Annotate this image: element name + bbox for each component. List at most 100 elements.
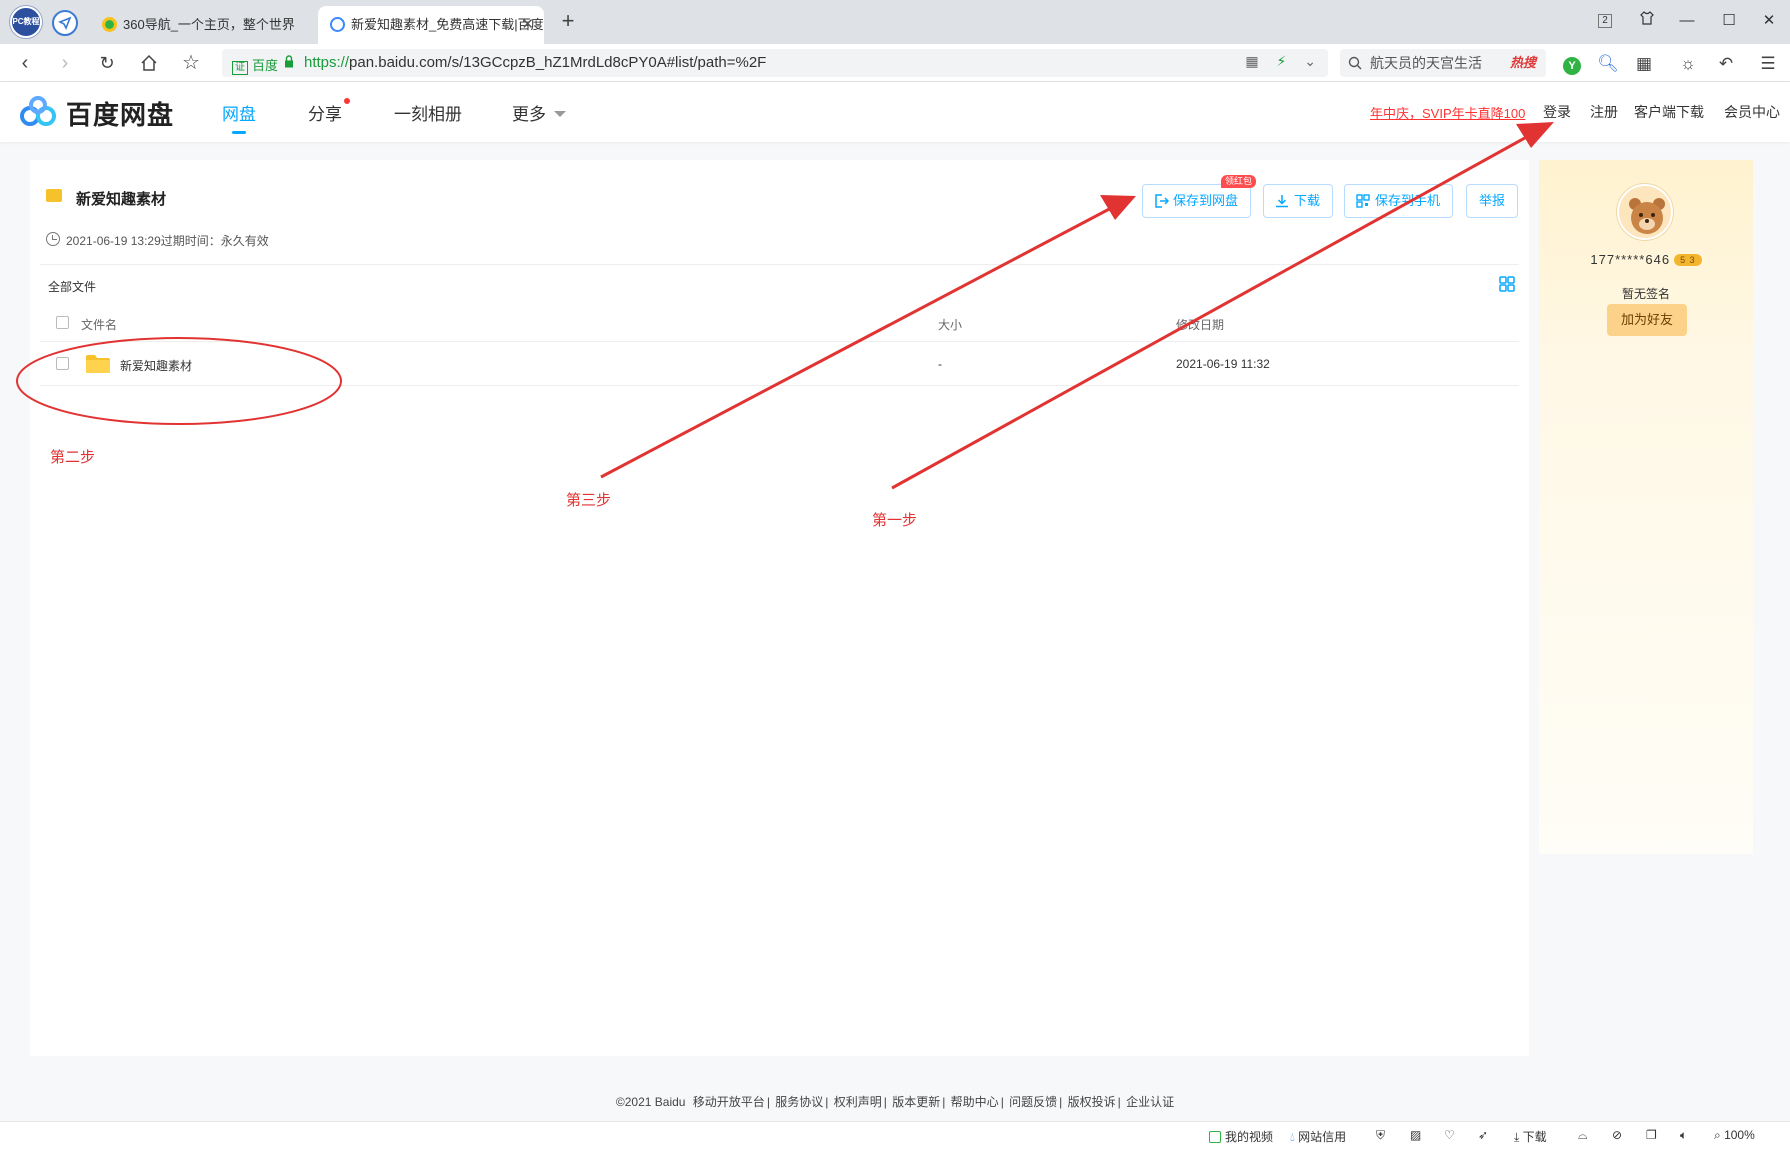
download-manager-button[interactable]: ⤓ 下载 [1514,1128,1547,1145]
page-footer: ©2021 Baidu 移动开放平台 | 服务协议 | 权利声明 | 版本更新 | 帮助… [615,1095,1175,1109]
share-card: 新爱知趣素材 2021-06-19 13:29过期时间：永久有效 保存到网盘 领… [30,160,1529,1056]
download-icon [1276,195,1288,208]
status-bar: 我的视频 💧︎ 网站信用 ⛨ ▨ ♡ ➶ ⤓ 下载 ⌓ ⊘ ❐ 🔈︎ ⌕ 100… [0,1121,1790,1149]
brightness-icon[interactable]: ☼ [1676,52,1700,76]
window-icon[interactable]: ❐ [1646,1128,1657,1142]
client-download-link[interactable]: 客户端下载 [1634,102,1704,122]
nav-more[interactable]: 更多 [512,100,566,125]
apps-grid-icon[interactable]: ▦ [1632,52,1656,76]
row-checkbox[interactable] [56,357,69,370]
search-box[interactable]: 航天员的天宫生活 热搜 [1340,49,1546,77]
menu-icon[interactable]: ☰ [1756,52,1780,76]
folder-icon [46,189,62,202]
new-tab-button[interactable]: + [556,10,580,34]
level-badge: 5 3 [1674,254,1702,266]
shield-icon[interactable]: ⛨ [1376,1128,1385,1143]
save-to-phone-button[interactable]: 保存到手机 [1344,184,1454,218]
login-link[interactable]: 登录 [1543,102,1571,122]
notification-dot [344,98,350,104]
maximize-icon[interactable]: ☐ [1718,10,1740,32]
navigate-icon[interactable] [52,10,78,36]
save-icon [1155,194,1169,208]
baidu-pan-logo-icon[interactable] [18,95,58,129]
copyright: ©2021 Baidu [615,1095,686,1109]
incognito-icon[interactable]: ⌓ [1578,1128,1588,1143]
extension-green-icon[interactable]: Y [1560,52,1584,76]
sound-icon[interactable]: 🔈︎ [1680,1128,1687,1143]
nav-wangpan[interactable]: 网盘 [222,100,256,134]
footer-link[interactable]: 版权投诉 [1068,1095,1116,1109]
lightning-icon[interactable]: ⚡ [1277,53,1287,69]
nav-album[interactable]: 一刻相册 [394,100,462,125]
zoom-icon: ⌕ [1714,1128,1721,1142]
no-image-icon[interactable]: ⊘ [1612,1128,1622,1142]
select-all-checkbox[interactable] [56,316,69,329]
reload-icon[interactable]: ↻ [94,50,120,76]
member-center-link[interactable]: 会员中心 [1724,102,1780,122]
grid-view-icon[interactable] [1499,276,1515,292]
cert-label[interactable]: 证百度 [232,55,278,75]
heartbeat-icon[interactable]: ♡ [1444,1128,1455,1142]
step2-annotation: 第二步 [50,449,96,466]
hot-search-label[interactable]: 热搜 [1510,49,1536,77]
image-icon[interactable]: ▨ [1410,1128,1421,1142]
rocket-icon[interactable]: ➶ [1478,1128,1488,1142]
tab-label: 360导航_一个主页，整个世界 [123,17,295,32]
credit-drop-icon: 💧︎ [1290,1130,1295,1144]
column-date[interactable]: 修改日期 [1176,316,1224,333]
register-link[interactable]: 注册 [1590,102,1618,122]
tab-count-badge[interactable]: 2 [1598,14,1612,28]
step1-annotation: 第一步 [872,512,918,529]
download-button[interactable]: 下载 [1263,184,1334,218]
add-friend-button[interactable]: 加为好友 [1607,304,1687,336]
site-credit-button[interactable]: 💧︎ 网站信用 [1290,1128,1346,1145]
file-name[interactable]: 新爱知趣素材 [120,357,192,374]
footer-link[interactable]: 服务协议 [775,1095,823,1109]
footer-link[interactable]: 版本更新 [892,1095,940,1109]
chevron-down-icon[interactable]: ⌄ [1304,53,1316,69]
report-button[interactable]: 举报 [1466,184,1519,218]
footer-link[interactable]: 企业认证 [1126,1095,1174,1109]
forward-icon[interactable]: › [52,50,78,76]
undo-icon[interactable]: ↶ [1714,52,1738,76]
close-tab-icon[interactable]: ✕ [521,6,534,44]
file-date: 2021-06-19 11:32 [1176,357,1270,371]
home-icon[interactable] [136,50,162,76]
url-bar[interactable]: 证百度 https://pan.baidu.com/s/13GCcpzB_hZ1… [222,49,1328,77]
red-packet-badge: 领红包 [1221,175,1257,188]
search-tool-icon[interactable]: 🔍︎ [1596,52,1620,76]
qr-code-icon[interactable]: ▦ [1245,53,1258,69]
file-size: - [938,357,942,371]
column-size[interactable]: 大小 [938,316,962,333]
column-name[interactable]: 文件名 [81,316,117,333]
lock-icon [285,55,293,68]
caret-down-icon [554,111,566,117]
tab-strip: PC教程 360导航_一个主页，整个世界 新爱知趣素材_免费高速下载|百度 ✕ … [0,0,1790,44]
back-icon[interactable]: ‹ [12,50,38,76]
minimize-icon[interactable]: — [1676,10,1698,32]
save-to-pan-button[interactable]: 保存到网盘 领红包 [1142,175,1257,218]
footer-link[interactable]: 权利声明 [834,1095,882,1109]
baidu-pan-favicon-icon [330,17,345,32]
search-suggestion: 航天员的天宫生活 [1370,55,1482,71]
nav-share[interactable]: 分享 [308,98,350,125]
pc-logo-icon[interactable]: PC教程 [10,6,42,38]
tab-360-nav[interactable]: 360导航_一个主页，整个世界 [90,6,316,44]
avatar[interactable] [1617,184,1673,240]
bookmark-star-icon[interactable]: ☆ [178,50,204,76]
video-icon [1209,1131,1221,1143]
close-window-icon[interactable]: ✕ [1758,10,1780,32]
zoom-control[interactable]: ⌕ 100% [1714,1128,1755,1143]
skin-icon[interactable] [1636,10,1658,32]
footer-link[interactable]: 帮助中心 [951,1095,999,1109]
my-videos-button[interactable]: 我的视频 [1209,1128,1273,1145]
tab-baidu-pan[interactable]: 新爱知趣素材_免费高速下载|百度 ✕ [318,6,544,44]
url-text[interactable]: https://pan.baidu.com/s/13GCcpzB_hZ1MrdL… [304,54,766,71]
footer-link[interactable]: 问题反馈 [1009,1095,1057,1109]
table-row[interactable]: 新爱知趣素材 - 2021-06-19 11:32 [40,342,1519,386]
tab-label: 新爱知趣素材_免费高速下载|百度 [351,17,544,32]
footer-link[interactable]: 移动开放平台 [693,1095,765,1109]
logo-text[interactable]: 百度网盘 [66,95,174,132]
svip-promo-link[interactable]: 年中庆，SVIP年卡直降100 [1370,103,1525,122]
breadcrumb[interactable]: 全部文件 [48,278,96,295]
